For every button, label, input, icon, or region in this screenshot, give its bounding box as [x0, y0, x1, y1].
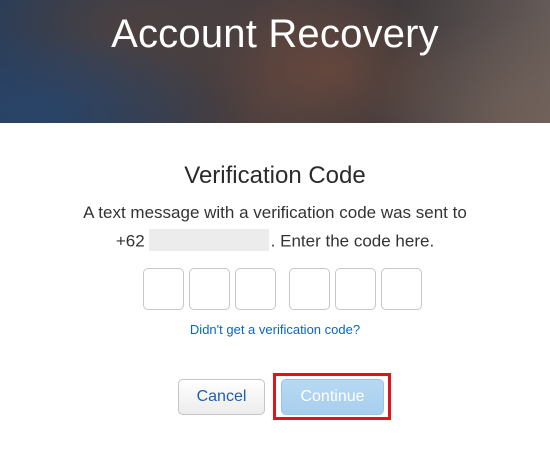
code-digit-6[interactable]	[381, 268, 422, 310]
resend-code-link[interactable]: Didn't get a verification code?	[0, 322, 550, 337]
code-digit-1[interactable]	[143, 268, 184, 310]
code-digit-3[interactable]	[235, 268, 276, 310]
code-digit-4[interactable]	[289, 268, 330, 310]
verification-code-inputs	[0, 268, 550, 310]
verification-message-line1: A text message with a verification code …	[83, 203, 467, 222]
redacted-phone-number	[148, 229, 269, 251]
code-digit-2[interactable]	[189, 268, 230, 310]
verification-message-line2: +62 . Enter the code here.	[0, 229, 550, 253]
code-digit-5[interactable]	[335, 268, 376, 310]
header-banner: Account Recovery	[0, 0, 550, 123]
phone-prefix: +62	[115, 231, 145, 251]
cancel-button[interactable]: Cancel	[178, 379, 265, 415]
message-suffix: . Enter the code here.	[270, 231, 435, 251]
page-title: Account Recovery	[111, 12, 439, 56]
continue-button[interactable]: Continue	[281, 379, 384, 415]
account-recovery-page: Account Recovery Verification Code A tex…	[0, 0, 550, 463]
verification-heading: Verification Code	[184, 162, 366, 189]
